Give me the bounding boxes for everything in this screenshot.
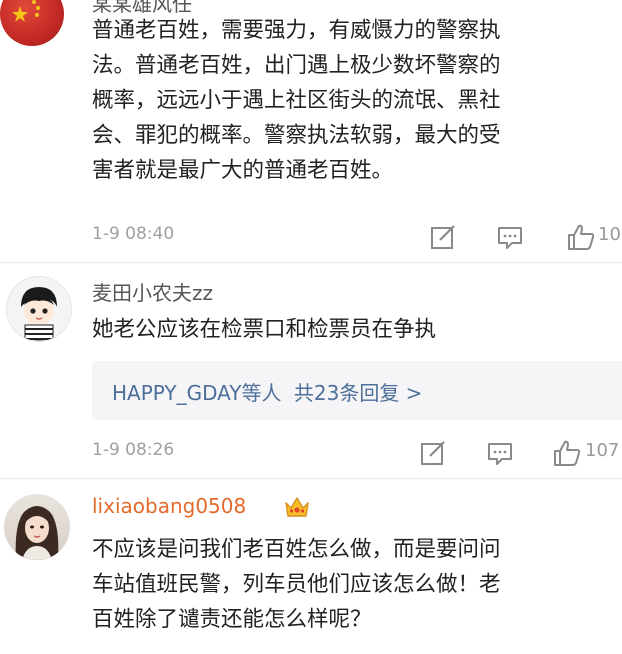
like-count: 10 xyxy=(598,224,621,245)
comment-icon[interactable] xyxy=(485,438,515,468)
comment-line: 普通老百姓，需要强力，有威慑力的警察执 xyxy=(92,18,501,43)
reply-summary-text[interactable]: HAPPY_GDAY等人 共23条回复 > xyxy=(112,377,422,406)
timestamp: 1-9 08:40 xyxy=(92,224,175,244)
comment-text: 不应该是问我们老百姓怎么做，而是要问问 车站值班民警，列车员他们应该怎么做！老 … xyxy=(92,532,622,637)
divider xyxy=(0,262,622,263)
comment-line: 她老公应该在检票口和检票员在争执 xyxy=(92,317,437,342)
comment-line: 车站值班民警，列车员他们应该怎么做！老 xyxy=(92,572,501,597)
comment-icon[interactable] xyxy=(495,222,525,252)
girl-portrait-avatar-icon xyxy=(15,506,59,560)
divider xyxy=(0,478,622,479)
comment-text: 她老公应该在检票口和检票员在争执 xyxy=(92,312,622,347)
comment-line: 会、罪犯的概率。警察执法软弱，最大的受 xyxy=(92,123,501,148)
comment-line: 百姓除了谴责还能怎么样呢？ xyxy=(92,607,372,632)
comment-line: 概率，远远小于遇上社区街头的流氓、黑社 xyxy=(92,88,501,113)
username[interactable]: 麦田小农夫zz xyxy=(92,277,213,306)
avatar[interactable] xyxy=(4,494,70,560)
thumbs-up-icon[interactable] xyxy=(566,222,596,252)
flag-avatar-icon xyxy=(12,0,40,22)
reply-users: HAPPY_GDAY等人 xyxy=(112,381,282,405)
cartoon-boy-avatar-icon xyxy=(21,287,57,341)
timestamp: 1-9 08:26 xyxy=(92,440,175,460)
edit-icon[interactable] xyxy=(418,438,448,468)
avatar[interactable] xyxy=(6,276,72,342)
comment-text: 普通老百姓，需要强力，有威慑力的警察执 法。普通老百姓，出门遇上极少数坏警察的 … xyxy=(92,13,622,188)
comment-line: 不应该是问我们老百姓怎么做，而是要问问 xyxy=(92,537,501,562)
username-vip[interactable]: lixiaobang0508 xyxy=(92,494,246,518)
comment-meta: 1-9 08:40 10 xyxy=(92,222,622,252)
comment-line: 害者就是最广大的普通老百姓。 xyxy=(92,158,394,183)
edit-icon[interactable] xyxy=(428,222,458,252)
crown-badge-icon[interactable] xyxy=(283,494,311,524)
like-count: 107 xyxy=(585,440,620,461)
thumbs-up-icon[interactable] xyxy=(552,438,582,468)
avatar[interactable] xyxy=(0,0,64,46)
comment-line: 法。普通老百姓，出门遇上极少数坏警察的 xyxy=(92,53,501,78)
comment-meta: 1-9 08:26 107 xyxy=(92,438,622,468)
reply-count: 共23条回复 > xyxy=(293,381,423,405)
reply-summary[interactable]: HAPPY_GDAY等人 共23条回复 > xyxy=(92,361,622,420)
